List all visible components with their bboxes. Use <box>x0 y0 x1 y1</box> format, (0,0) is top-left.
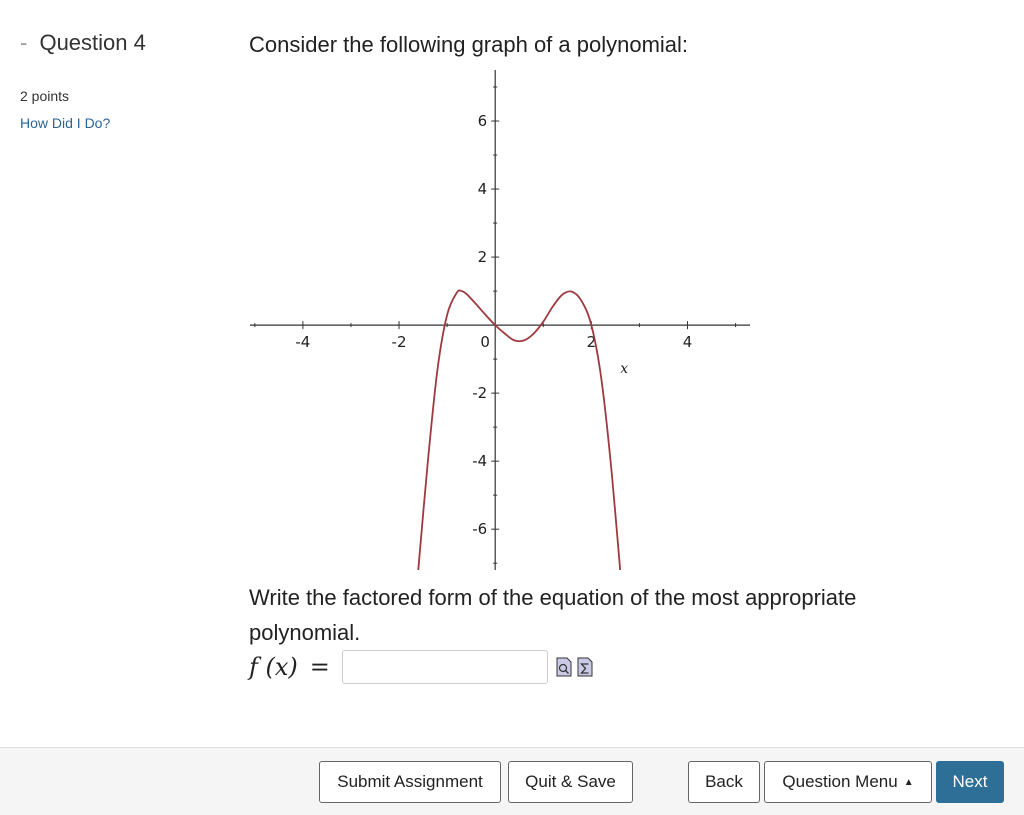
y-tick-label: 4 <box>478 180 488 198</box>
question-points: 2 points <box>20 88 70 104</box>
y-tick-label: -2 <box>472 384 487 402</box>
x-tick-label: 4 <box>683 333 693 351</box>
question-menu-label: Question Menu <box>782 772 898 791</box>
collapse-dash[interactable]: - <box>20 30 27 55</box>
equation-editor-icon[interactable] <box>577 657 593 677</box>
preview-icon[interactable] <box>556 657 572 677</box>
answer-row: f (x) = <box>249 650 593 684</box>
x-tick-label: -4 <box>295 333 310 351</box>
equals-sign: = <box>309 653 330 681</box>
polynomial-graph: -4 -2 0 2 4-6-4-2246x <box>250 70 750 570</box>
question-prompt: Consider the following graph of a polyno… <box>249 32 689 57</box>
question-title: Question 4 <box>39 30 146 55</box>
instruction-text: Write the factored form of the equation … <box>249 585 857 645</box>
function-label: f (x) <box>249 653 298 681</box>
back-button[interactable]: Back <box>688 761 760 803</box>
y-tick-label: -4 <box>472 452 487 470</box>
x-axis-label: x <box>620 361 628 377</box>
caret-up-icon: ▲ <box>903 776 914 788</box>
next-button[interactable]: Next <box>936 761 1004 803</box>
submit-assignment-button[interactable]: Submit Assignment <box>319 761 501 803</box>
quit-save-button[interactable]: Quit & Save <box>508 761 633 803</box>
how-did-i-do-link[interactable]: How Did I Do? <box>20 115 110 131</box>
y-tick-label: -6 <box>472 520 487 538</box>
question-menu-button[interactable]: Question Menu ▲ <box>764 761 932 803</box>
question-header: - Question 4 <box>20 30 146 56</box>
answer-input[interactable] <box>341 650 548 684</box>
y-tick-label: 6 <box>478 112 488 130</box>
x-tick-label: 0 <box>480 333 490 351</box>
x-tick-label: -2 <box>392 333 407 351</box>
y-tick-label: 2 <box>478 248 488 266</box>
footer-bar: Submit Assignment Quit & Save Back Quest… <box>0 747 1024 815</box>
